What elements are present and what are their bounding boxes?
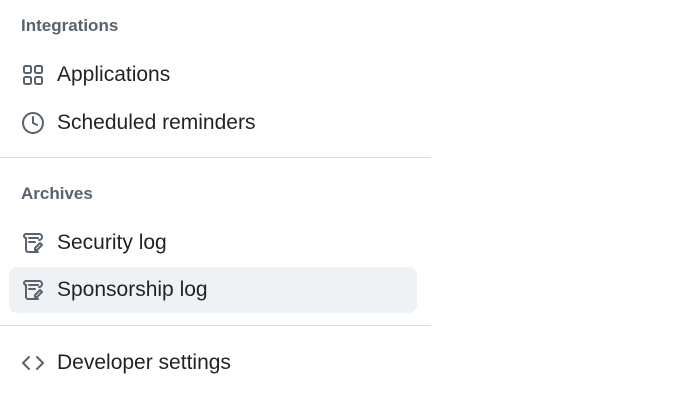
section-heading-archives: Archives [21,184,93,203]
code-icon [21,351,45,375]
section-heading-integrations: Integrations [21,16,119,35]
section-divider [0,157,431,158]
sidebar-item-scheduled-reminders[interactable]: Scheduled reminders [9,100,417,146]
sidebar-item-label: Developer settings [57,351,231,374]
log-icon [21,278,45,302]
apps-icon [21,63,45,87]
sidebar-item-label: Scheduled reminders [57,111,256,134]
log-icon [21,231,45,255]
sidebar-item-label: Sponsorship log [57,278,208,301]
sidebar-item-label: Applications [57,63,171,86]
sidebar-item-label: Security log [57,231,167,254]
clock-icon [21,111,45,135]
sidebar-item-developer-settings[interactable]: Developer settings [9,340,417,386]
sidebar-item-applications[interactable]: Applications [9,52,417,98]
sidebar-item-sponsorship-log[interactable]: Sponsorship log [9,267,417,313]
section-divider [0,325,431,326]
sidebar-item-security-log[interactable]: Security log [9,220,417,266]
